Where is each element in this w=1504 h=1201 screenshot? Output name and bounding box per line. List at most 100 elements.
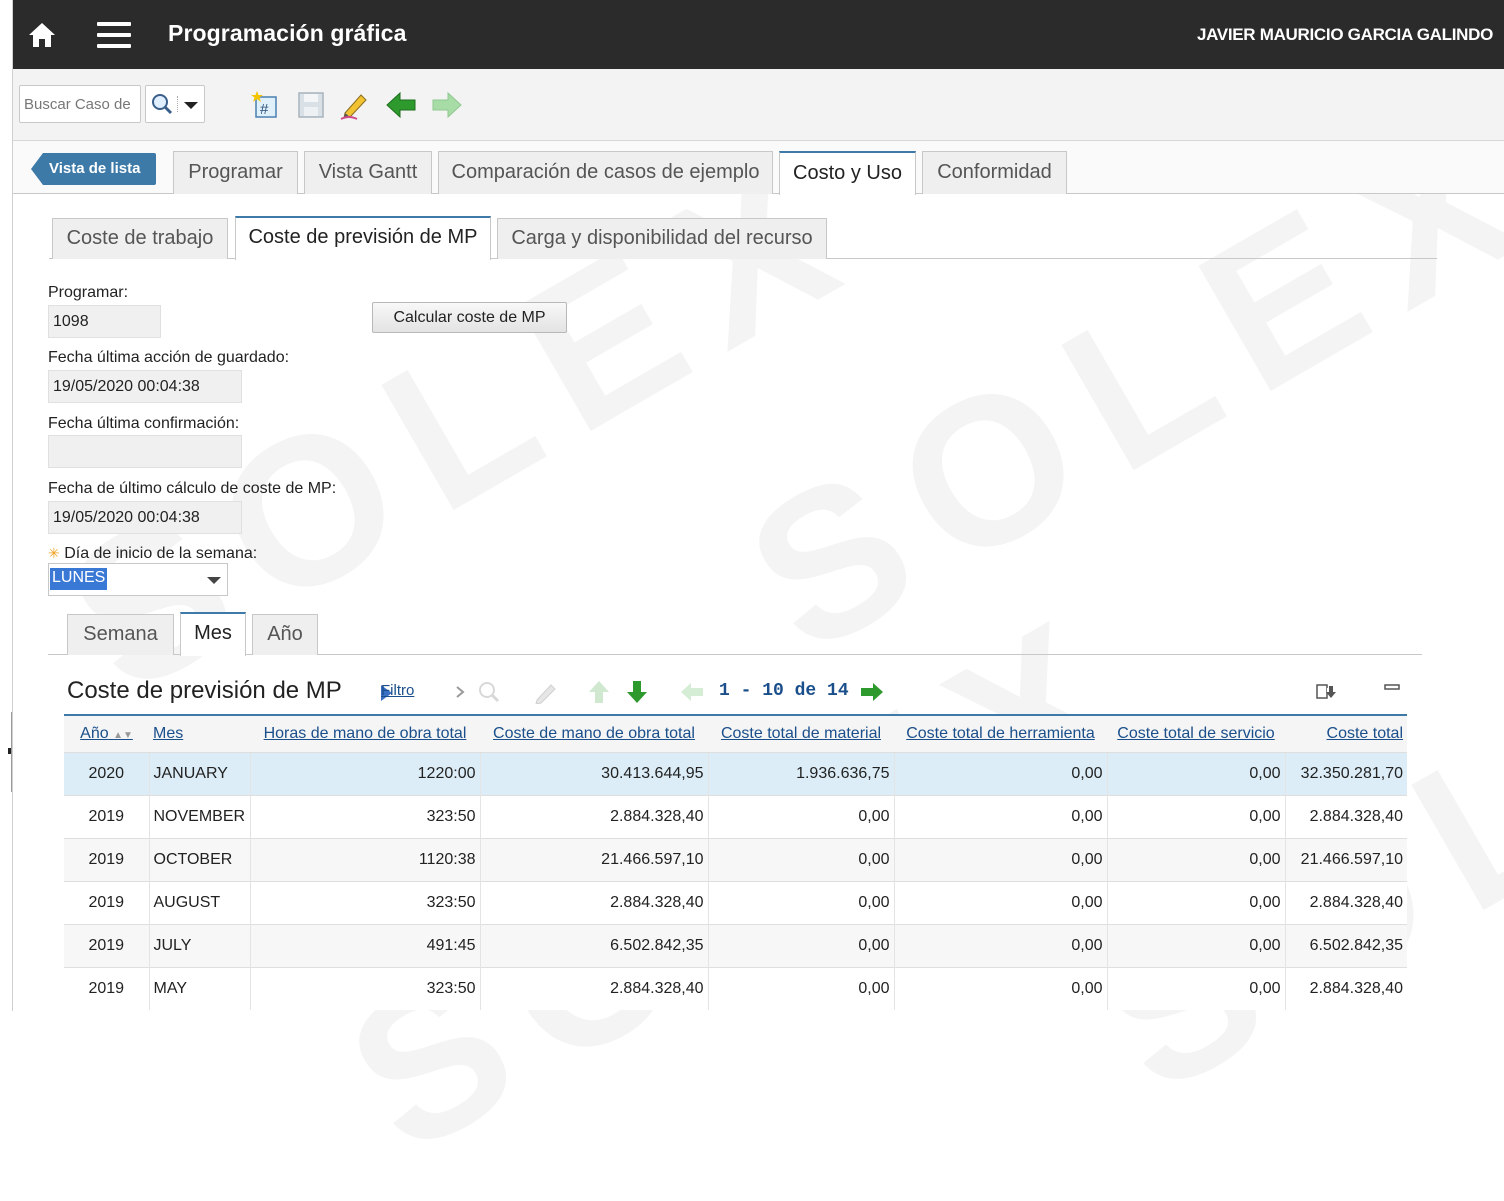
cell-material-cost: 0,00: [707, 966, 894, 1010]
required-icon: ✳: [48, 545, 60, 561]
programar-label: Programar:: [48, 284, 129, 301]
column-header-mes[interactable]: Mes: [149, 716, 250, 752]
last-calc-label: Fecha de último cálculo de coste de MP:: [48, 480, 337, 497]
cost-table: Año ▲▼ Mes Horas de mano de obra total C…: [64, 714, 1407, 1010]
list-view-button[interactable]: Vista de lista: [31, 153, 157, 185]
search-icon: [479, 682, 500, 703]
next-page-icon[interactable]: [859, 681, 885, 703]
cell-total-cost: 2.884.328,40: [1284, 966, 1407, 1010]
tab-semana[interactable]: Semana: [67, 614, 174, 655]
cell-labor-cost: 30.413.644,95: [479, 751, 708, 795]
section-title: Coste de previsión de MP: [67, 677, 342, 704]
search-input[interactable]: Buscar Caso de: [19, 85, 141, 123]
cell-service-cost: 0,00: [1106, 880, 1285, 924]
tab-ano[interactable]: Año: [252, 614, 318, 655]
cell-tool-cost: 0,00: [893, 966, 1107, 1010]
tab-coste-trabajo[interactable]: Coste de trabajo: [52, 218, 228, 259]
tab-comparacion[interactable]: Comparación de casos de ejemplo: [438, 151, 773, 194]
tab-costo-y-uso[interactable]: Costo y Uso: [779, 151, 916, 195]
hamburger-menu-icon[interactable]: [97, 22, 131, 48]
week-start-select[interactable]: LUNES: [48, 563, 228, 596]
save-icon[interactable]: [295, 89, 327, 121]
column-header-horas[interactable]: Horas de mano de obra total: [250, 716, 480, 752]
cell-labor-cost: 2.884.328,40: [479, 966, 708, 1010]
sort-icon[interactable]: ▲▼: [113, 730, 133, 741]
column-header-coste-total[interactable]: Coste total: [1285, 716, 1407, 752]
cell-year: 2019: [64, 794, 149, 838]
back-arrow-icon[interactable]: [385, 89, 417, 121]
table-row[interactable]: 2019 OCTOBER 1120:38 21.466.597,10 0,00 …: [64, 837, 1407, 881]
last-confirm-label: Fecha última confirmación:: [48, 415, 240, 432]
tab-mes[interactable]: Mes: [180, 612, 246, 656]
filter-link[interactable]: Filtro: [381, 682, 414, 699]
period-tabs: Semana Mes Año: [48, 612, 1422, 656]
cell-month: OCTOBER: [148, 837, 250, 881]
cell-total-cost: 6.502.842,35: [1284, 923, 1407, 967]
table-header-row: Año ▲▼ Mes Horas de mano de obra total C…: [64, 716, 1407, 752]
cell-tool-cost: 0,00: [893, 923, 1107, 967]
tab-vista-gantt[interactable]: Vista Gantt: [304, 151, 432, 194]
week-start-value: LUNES: [50, 568, 108, 590]
chevron-right-icon[interactable]: [455, 685, 465, 699]
cell-hours: 323:50: [249, 880, 480, 924]
column-header-coste-material[interactable]: Coste total de material: [708, 716, 894, 752]
forward-arrow-icon[interactable]: [431, 89, 463, 121]
column-header-coste-servicio[interactable]: Coste total de servicio: [1107, 716, 1285, 752]
last-confirm-field: [48, 435, 242, 468]
cell-tool-cost: 0,00: [893, 751, 1107, 795]
app-frame: SOLEX SOLEX SOLEX SOLEX Programación grá…: [12, 0, 1504, 1198]
collapse-icon[interactable]: [1383, 682, 1403, 698]
column-header-coste-herramienta[interactable]: Coste total de herramienta: [894, 716, 1107, 752]
table-row[interactable]: 2019 JULY 491:45 6.502.842,35 0,00 0,00 …: [64, 923, 1407, 967]
cell-service-cost: 0,00: [1106, 837, 1285, 881]
cell-month: NOVEMBER: [148, 794, 250, 838]
cell-service-cost: 0,00: [1106, 794, 1285, 838]
calculate-cost-button[interactable]: Calcular coste de MP: [372, 302, 567, 333]
home-icon[interactable]: [27, 20, 57, 50]
last-calc-field: 19/05/2020 00:04:38: [48, 501, 242, 534]
cell-total-cost: 2.884.328,40: [1284, 880, 1407, 924]
tab-carga-disponibilidad[interactable]: Carga y disponibilidad del recurso: [497, 218, 827, 259]
svg-text:#: #: [260, 101, 269, 118]
cell-hours: 1120:38: [249, 837, 480, 881]
edit-pencil-icon[interactable]: [339, 89, 371, 121]
download-icon[interactable]: [1315, 682, 1337, 702]
down-arrow-icon[interactable]: [625, 679, 649, 705]
week-start-label: Día de inicio de la semana:: [64, 545, 258, 562]
table-row[interactable]: 2020 JANUARY 1220:00 30.413.644,95 1.936…: [64, 751, 1407, 795]
table-row[interactable]: 2019 AUGUST 323:50 2.884.328,40 0,00 0,0…: [64, 880, 1407, 924]
cell-tool-cost: 0,00: [893, 794, 1107, 838]
column-header-coste-mano-obra[interactable]: Coste de mano de obra total: [480, 716, 708, 752]
tab-programar[interactable]: Programar: [173, 151, 298, 194]
splitter-handle[interactable]: [8, 748, 11, 754]
new-record-icon[interactable]: #: [249, 89, 281, 121]
cell-tool-cost: 0,00: [893, 880, 1107, 924]
tab-conformidad[interactable]: Conformidad: [922, 151, 1067, 194]
cell-total-cost: 2.884.328,40: [1284, 794, 1407, 838]
cell-labor-cost: 2.884.328,40: [479, 794, 708, 838]
previous-page-icon: [681, 683, 703, 701]
main-tabs: Vista de lista Programar Vista Gantt Com…: [13, 141, 1504, 195]
search-button[interactable]: [145, 85, 205, 123]
cell-year: 2019: [64, 880, 149, 924]
cell-hours: 323:50: [249, 794, 480, 838]
up-arrow-icon: [589, 681, 609, 703]
tab-coste-prevision-mp[interactable]: Coste de previsión de MP: [235, 216, 491, 260]
cell-year: 2019: [64, 923, 149, 967]
cell-material-cost: 1.936.636,75: [707, 751, 894, 795]
chevron-down-icon[interactable]: [207, 577, 221, 584]
table-row[interactable]: 2019 MAY 323:50 2.884.328,40 0,00 0,00 0…: [64, 966, 1407, 1010]
cell-material-cost: 0,00: [707, 837, 894, 881]
table-row[interactable]: 2019 NOVEMBER 323:50 2.884.328,40 0,00 0…: [64, 794, 1407, 838]
column-header-ano[interactable]: Año ▲▼: [64, 716, 149, 752]
user-name[interactable]: JAVIER MAURICIO GARCIA GALINDO: [1197, 25, 1493, 45]
cell-material-cost: 0,00: [707, 880, 894, 924]
cell-total-cost: 21.466.597,10: [1284, 837, 1407, 881]
cell-hours: 1220:00: [249, 751, 480, 795]
cell-month: AUGUST: [148, 880, 250, 924]
cell-hours: 323:50: [249, 966, 480, 1010]
left-edge: [0, 0, 12, 1011]
cell-year: 2020: [64, 751, 149, 795]
week-start-label-row: ✳ Día de inicio de la semana:: [48, 545, 257, 563]
page-title: Programación gráfica: [168, 20, 407, 46]
